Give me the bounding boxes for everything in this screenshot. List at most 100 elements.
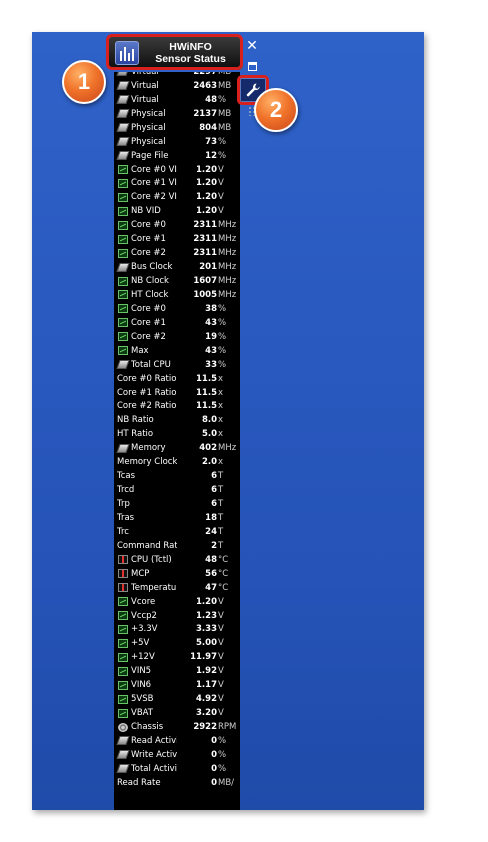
- sensor-label: Command Rate: [117, 540, 177, 551]
- sensor-row: HT Ratio 5.0 x: [114, 427, 240, 441]
- sensor-unit: T: [218, 499, 224, 510]
- sensor-label: HT Clock: [131, 289, 169, 300]
- sensor-unit: V: [218, 596, 224, 607]
- callout-marker-1: 1: [62, 60, 106, 104]
- gadget-header[interactable]: HWiNFO Sensor Status: [108, 36, 243, 70]
- sensor-label: Virtual: [131, 72, 177, 77]
- sensor-row: VBAT 3.20 V: [114, 706, 240, 720]
- sensor-value: 2: [211, 540, 217, 551]
- sensor-value: 1005: [193, 289, 217, 300]
- sensor-unit: T: [218, 526, 224, 537]
- sensor-unit: V: [218, 610, 224, 621]
- volt-sensor-icon: [118, 638, 128, 648]
- sensor-value: 3.33: [196, 624, 217, 635]
- sensor-label: NB Ratio: [117, 415, 154, 426]
- sensor-value: 201: [199, 262, 217, 273]
- sensor-value: 12: [205, 150, 217, 161]
- sensor-label: NB Clock: [131, 276, 169, 287]
- sensor-row: 5VSB 4.92 V: [114, 692, 240, 706]
- sensor-value: 1.92: [196, 666, 217, 677]
- sensor-row: Physical 73%: [114, 135, 240, 149]
- sensor-value: 4.92: [196, 694, 217, 705]
- sensor-value: 804: [199, 122, 217, 133]
- sensor-unit: %: [218, 763, 227, 774]
- sensor-unit: V: [218, 666, 224, 677]
- sensor-status-gadget: Virtual2297MBVirtual2463MBVirtual48%Phys…: [114, 72, 240, 810]
- sensor-unit: MHz: [218, 234, 237, 245]
- sensor-label: Memory Clock: [117, 457, 177, 468]
- volt-sensor-icon: [118, 666, 128, 676]
- sensor-label: Read Rate: [117, 777, 161, 788]
- ram-sensor-icon: [116, 72, 130, 77]
- sensor-value: 11.5: [196, 387, 217, 398]
- sensor-value: 11.5: [196, 373, 217, 384]
- sensor-value: 2311: [193, 248, 217, 259]
- sensor-row: Trp 6 T: [114, 497, 240, 511]
- sensor-label: Core #1 VID: [131, 178, 177, 189]
- volt-sensor-icon: [118, 248, 128, 258]
- sensor-row: Physical 2137 MB: [114, 107, 240, 121]
- sensor-unit: %: [218, 359, 227, 370]
- sensor-row: Page File 12%: [114, 149, 240, 163]
- sensor-row: Trc 24 T: [114, 525, 240, 539]
- temp-sensor-icon: [118, 569, 128, 579]
- sensor-label: Page File: [131, 150, 169, 161]
- volt-sensor-icon: [118, 304, 128, 314]
- gadget-title-line2: Sensor Status: [155, 53, 226, 65]
- sensor-value: 19: [205, 331, 217, 342]
- sensor-label: Write Activity: [131, 749, 177, 760]
- sensor-unit: V: [218, 178, 224, 189]
- ram-sensor-icon: [116, 123, 130, 133]
- sensor-row: Bus Clock 201 MHz: [114, 260, 240, 274]
- sensor-value: 2137: [193, 108, 217, 119]
- sensor-row: MCP 56 °C: [114, 567, 240, 581]
- sensor-unit: RPM: [218, 722, 237, 733]
- sensor-row: NB Ratio 8.0 x: [114, 413, 240, 427]
- gadget-title-line1: HWiNFO: [169, 41, 212, 53]
- sensor-label: VIN6: [131, 680, 152, 691]
- sensor-unit: %: [218, 94, 227, 105]
- sensor-unit: V: [218, 694, 224, 705]
- sensor-row: Core #2 2311 MHz: [114, 246, 240, 260]
- sensor-value: 0: [211, 777, 217, 788]
- sensor-unit: %: [218, 735, 227, 746]
- sensor-row: +5V 5.00 V: [114, 636, 240, 650]
- sensor-row: Core #1 2311 MHz: [114, 232, 240, 246]
- sensor-value: 1.20: [196, 164, 217, 175]
- sensor-value: 33: [205, 359, 217, 370]
- sensor-unit: V: [218, 206, 224, 217]
- sensor-row: Vcore 1.20 V: [114, 595, 240, 609]
- volt-sensor-icon: [118, 708, 128, 718]
- close-icon[interactable]: ✕: [244, 38, 260, 54]
- volt-sensor-icon: [118, 597, 128, 607]
- dock-icon[interactable]: [244, 58, 260, 74]
- sensor-unit: %: [218, 749, 227, 760]
- sensor-row: Trcd 6 T: [114, 483, 240, 497]
- sensor-value: 1.23: [196, 610, 217, 621]
- sensor-unit: MHz: [218, 276, 237, 287]
- sensor-value: 2297: [177, 72, 217, 77]
- sensor-row: HT Clock 1005 MHz: [114, 288, 240, 302]
- sensor-label: Physical: [131, 136, 166, 147]
- desktop-background: Virtual2297MBVirtual2463MBVirtual48%Phys…: [32, 32, 424, 810]
- volt-sensor-icon: [118, 652, 128, 662]
- sensor-value: 56: [205, 568, 217, 579]
- sensor-unit: T: [218, 485, 224, 496]
- sensor-unit: x: [218, 457, 224, 468]
- ram-sensor-icon: [116, 137, 130, 147]
- volt-sensor-icon: [118, 318, 128, 328]
- volt-sensor-icon: [118, 290, 128, 300]
- sensor-row: Temperature 47°C: [114, 581, 240, 595]
- sensor-unit: MB: [218, 80, 232, 91]
- sensor-row: Core #0 38%: [114, 302, 240, 316]
- ram-sensor-icon: [116, 360, 130, 370]
- sensor-row: Memory Clock 2.0 x: [114, 455, 240, 469]
- sensor-row: Read Rate 0 MB/: [114, 776, 240, 790]
- sensor-unit: °C: [218, 582, 229, 593]
- sensor-unit: T: [218, 540, 224, 551]
- volt-sensor-icon: [118, 192, 128, 202]
- sensor-label: NB VID: [131, 206, 161, 217]
- sensor-label: Total CPU: [131, 359, 171, 370]
- sensor-unit: V: [218, 652, 224, 663]
- sensor-row: Core #1 Ratio 11.5 x: [114, 386, 240, 400]
